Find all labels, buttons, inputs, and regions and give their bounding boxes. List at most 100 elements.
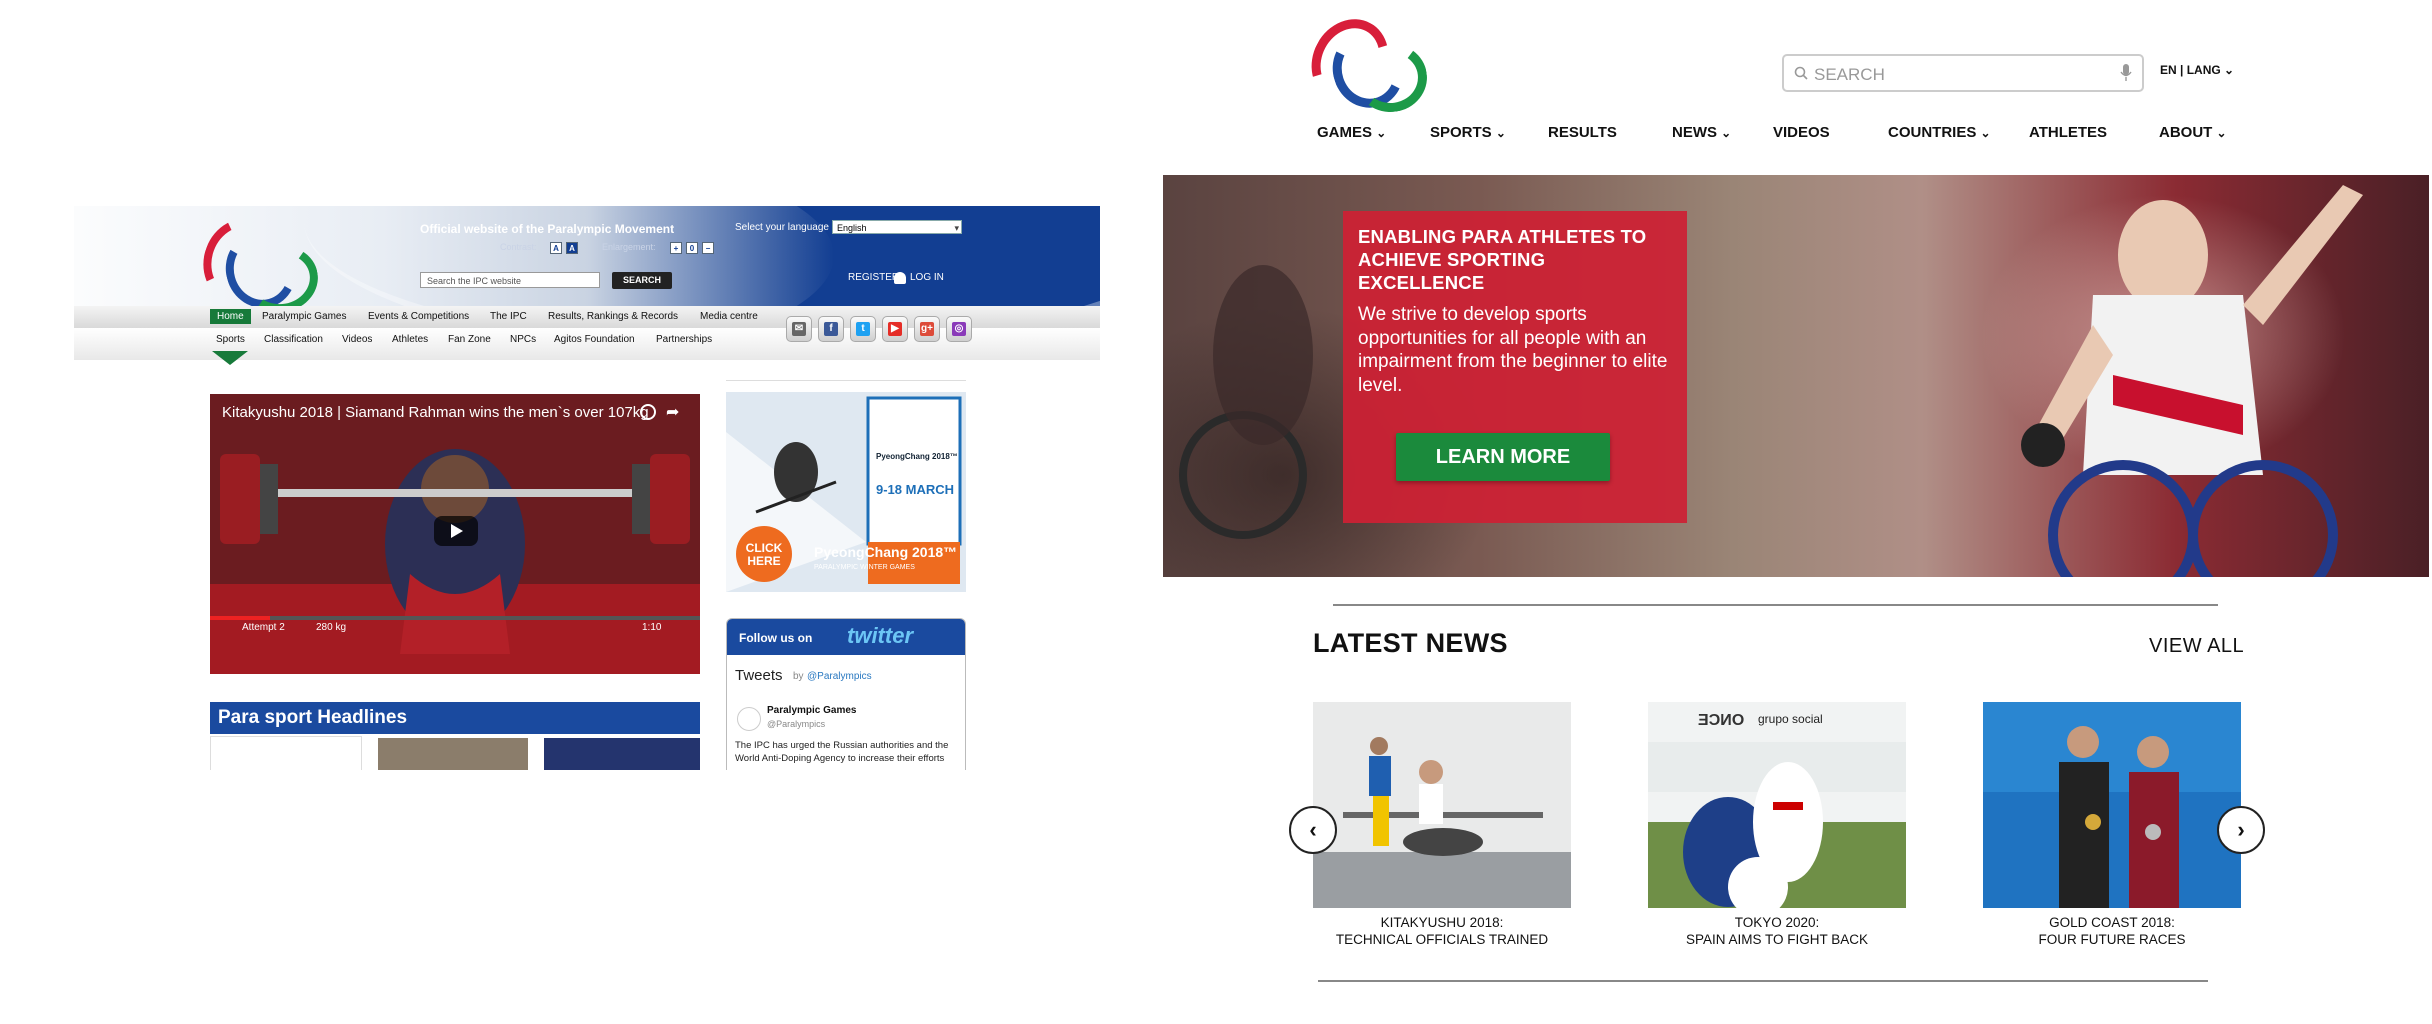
news-caption-line: TOKYO 2020: xyxy=(1734,915,1820,930)
nav-videos[interactable]: VIDEOS xyxy=(1773,124,1830,141)
tweet-text: The IPC has urged the Russian authoritie… xyxy=(735,740,949,764)
view-all-link[interactable]: VIEW ALL xyxy=(2149,635,2244,658)
agitos-logo-icon[interactable] xyxy=(191,207,324,306)
search-placeholder: SEARCH xyxy=(1814,65,1885,84)
youtube-icon[interactable]: ▶ xyxy=(882,316,908,342)
nav-results-rankings[interactable]: Results, Rankings & Records xyxy=(548,311,678,322)
hero-heading: ENABLING PARA ATHLETES TO ACHIEVE SPORTI… xyxy=(1358,226,1647,293)
old-website-screenshot: Official website of the Paralympic Movem… xyxy=(74,206,1100,770)
headline-thumb[interactable] xyxy=(378,738,528,770)
zoom-reset-icon[interactable]: 0 xyxy=(686,242,698,254)
divider xyxy=(726,380,966,381)
nav-arrow-indicator xyxy=(212,351,248,365)
nav-countries[interactable]: COUNTRIES ⌄ xyxy=(1888,124,1991,141)
chevron-down-icon: ⌄ xyxy=(1376,126,1387,140)
zoom-in-icon[interactable]: + xyxy=(670,242,682,254)
news-caption[interactable]: KITAKYUSHU 2018: TECHNICAL OFFICIALS TRAI… xyxy=(1313,914,1571,948)
ad-sub: PARALYMPIC WINTER GAMES xyxy=(814,564,915,571)
chevron-down-icon: ⌄ xyxy=(2216,126,2227,140)
news-caption[interactable]: GOLD COAST 2018: FOUR FUTURE RACES xyxy=(1983,914,2241,948)
nav-partnerships[interactable]: Partnerships xyxy=(656,334,712,345)
carousel-next-button[interactable]: › xyxy=(2217,806,2265,854)
news-image-kitakyushu[interactable] xyxy=(1313,702,1571,908)
news-image-gold-coast[interactable] xyxy=(1983,702,2241,908)
nav-athletes[interactable]: ATHLETES xyxy=(2029,124,2107,141)
google-plus-icon[interactable]: g+ xyxy=(914,316,940,342)
nav-games[interactable]: GAMES ⌄ xyxy=(1317,124,1386,141)
nav-news-label: NEWS xyxy=(1672,124,1717,141)
news-image-tokyo[interactable]: grupo social ONCE xyxy=(1648,702,1906,908)
headline-thumb-logo[interactable] xyxy=(210,736,362,770)
nav-news[interactable]: NEWS ⌄ xyxy=(1672,124,1731,141)
twitter-logo[interactable]: twitter xyxy=(847,623,913,649)
register-link[interactable]: REGISTER xyxy=(848,272,899,283)
contrast-label: Contrast: xyxy=(500,242,537,252)
carousel-prev-button[interactable]: ‹ xyxy=(1289,806,1337,854)
video-attempt: Attempt 2 xyxy=(242,622,285,633)
latest-news-heading: LATEST NEWS xyxy=(1313,628,1508,658)
old-search-input[interactable]: Search the IPC website xyxy=(420,272,600,288)
language-label: EN | LANG xyxy=(2160,63,2221,77)
nav-paralympic-games[interactable]: Paralympic Games xyxy=(262,311,346,322)
chevron-right-icon: › xyxy=(2237,817,2245,842)
nav-media-centre[interactable]: Media centre xyxy=(700,311,758,322)
twitter-icon[interactable]: t xyxy=(850,316,876,342)
nav-athletes[interactable]: Athletes xyxy=(392,334,428,345)
video-player[interactable]: Kitakyushu 2018 | Siamand Rahman wins th… xyxy=(210,394,700,674)
chevron-down-icon: ⌄ xyxy=(1980,126,1991,140)
nav-home[interactable]: Home xyxy=(210,309,251,324)
pyeongchang-ad[interactable]: PyeongChang 2018™ 9-18 MARCH CLICK HERE … xyxy=(726,392,966,592)
news-caption[interactable]: TOKYO 2020: SPAIN AIMS TO FIGHT BACK xyxy=(1648,914,1906,948)
nav-videos[interactable]: Videos xyxy=(342,334,372,345)
headline-thumb[interactable] xyxy=(544,738,700,770)
search-input[interactable]: SEARCH xyxy=(1782,54,2144,92)
nav-events-competitions[interactable]: Events & Competitions xyxy=(368,311,469,322)
nav-about-label: ABOUT xyxy=(2159,124,2213,141)
play-icon[interactable] xyxy=(434,516,478,546)
contrast-a-button[interactable]: A xyxy=(550,242,562,254)
language-select[interactable]: English xyxy=(832,220,962,235)
news-caption-line: GOLD COAST 2018: xyxy=(2049,915,2175,930)
agitos-logo-icon[interactable] xyxy=(1297,5,1432,117)
clock-icon[interactable] xyxy=(640,404,656,420)
news-caption-line: KITAKYUSHU 2018: xyxy=(1380,915,1504,930)
login-link[interactable]: LOG IN xyxy=(910,272,944,283)
official-tagline: Official website of the Paralympic Movem… xyxy=(420,222,675,236)
nav-classification[interactable]: Classification xyxy=(264,334,323,345)
nav-the-ipc[interactable]: The IPC xyxy=(490,311,527,322)
nav-agitos-foundation[interactable]: Agitos Foundation xyxy=(554,334,635,345)
share-icon[interactable]: ➦ xyxy=(666,402,679,422)
nav-sports-label: SPORTS xyxy=(1430,124,1492,141)
news-image-once-text: ONCE xyxy=(1698,712,1745,729)
tweets-by-label: by xyxy=(793,671,804,682)
nav-npcs[interactable]: NPCs xyxy=(510,334,536,345)
tweets-handle[interactable]: @Paralympics xyxy=(807,671,872,682)
nav-results[interactable]: RESULTS xyxy=(1548,124,1617,141)
zoom-out-icon[interactable]: − xyxy=(702,242,714,254)
old-search-button[interactable]: SEARCH xyxy=(612,272,672,289)
microphone-icon[interactable] xyxy=(2120,64,2132,82)
search-icon xyxy=(1794,66,1808,80)
instagram-icon[interactable]: ◎ xyxy=(946,316,972,342)
contrast-a-dark-button[interactable]: A xyxy=(566,242,578,254)
news-image-sign-text: grupo social xyxy=(1758,712,1823,726)
chevron-down-icon: ⌄ xyxy=(1721,126,1732,140)
language-selector[interactable]: EN | LANG ⌄ xyxy=(2160,63,2234,77)
nav-games-label: GAMES xyxy=(1317,124,1373,141)
nav-sports[interactable]: Sports xyxy=(216,334,245,345)
ad-click[interactable]: CLICK HERE xyxy=(742,542,786,568)
hero-banner: ENABLING PARA ATHLETES TO ACHIEVE SPORTI… xyxy=(1163,175,2429,577)
hero-body: We strive to develop sports opportunitie… xyxy=(1358,304,1668,396)
facebook-icon[interactable]: f xyxy=(818,316,844,342)
tweet-account[interactable]: Paralympic Games xyxy=(767,705,857,716)
nav-about[interactable]: ABOUT ⌄ xyxy=(2159,124,2227,141)
news-caption-line: TECHNICAL OFFICIALS TRAINED xyxy=(1335,932,1549,947)
divider xyxy=(1333,604,2218,606)
nav-sports[interactable]: SPORTS ⌄ xyxy=(1430,124,1506,141)
tweet-handle[interactable]: @Paralympics xyxy=(767,719,825,729)
nav-fan-zone[interactable]: Fan Zone xyxy=(448,334,491,345)
learn-more-button[interactable]: LEARN MORE xyxy=(1396,433,1610,481)
chevron-down-icon: ⌄ xyxy=(2224,63,2235,77)
email-icon[interactable]: ✉ xyxy=(786,316,812,342)
chevron-down-icon: ⌄ xyxy=(1495,126,1506,140)
